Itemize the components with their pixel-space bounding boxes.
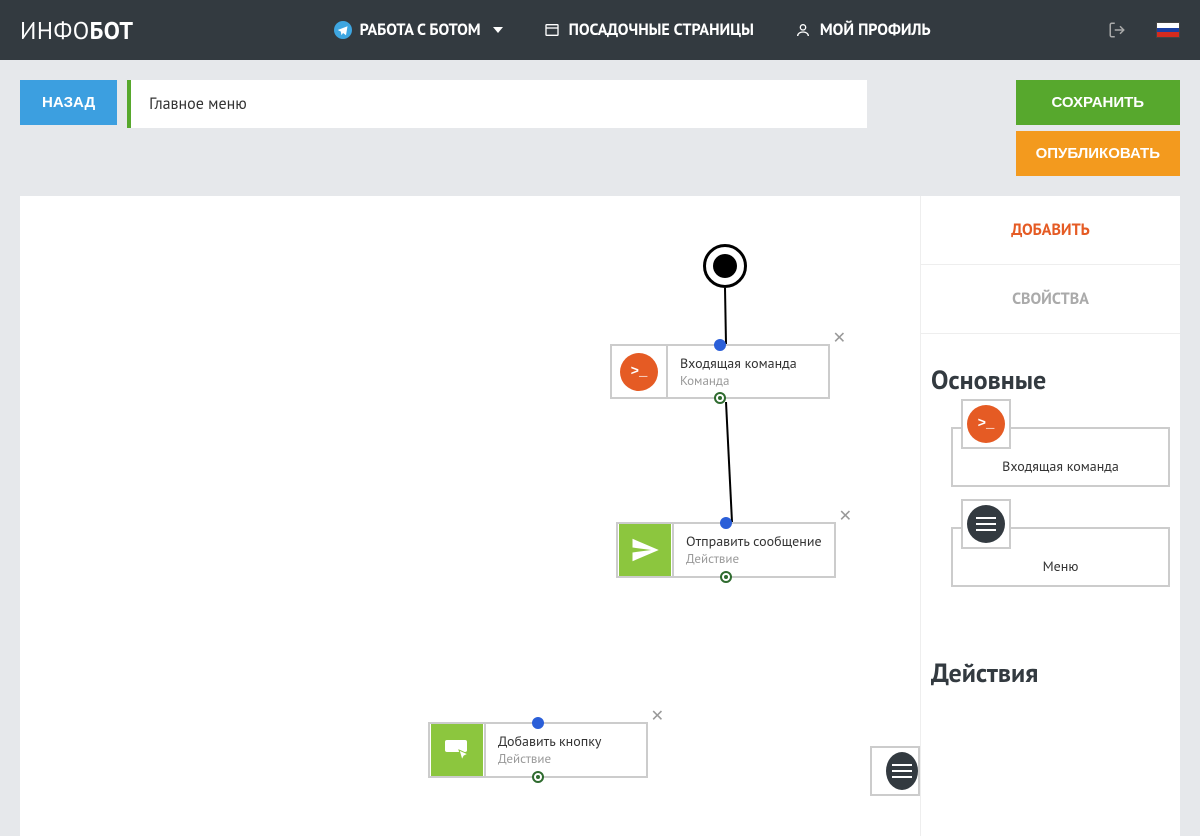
back-button[interactable]: НАЗАД: [20, 80, 117, 125]
save-button[interactable]: СОХРАНИТЬ: [1016, 80, 1180, 125]
node-title: Отправить сообщение: [686, 532, 822, 550]
port-out[interactable]: [714, 392, 726, 404]
close-icon[interactable]: ✕: [651, 706, 664, 726]
topbar: ИНФОБОТ РАБОТА С БОТОМ ПОСАДОЧНЫЕ СТРАНИ…: [0, 0, 1200, 60]
port-in[interactable]: [532, 717, 544, 729]
node-partial-menu[interactable]: [870, 746, 920, 796]
port-in[interactable]: [720, 517, 732, 529]
logo-text-bold: БОТ: [90, 15, 134, 46]
publish-button[interactable]: ОПУБЛИКОВАТЬ: [1016, 131, 1180, 176]
node-subtitle: Команда: [680, 372, 816, 389]
nav-landing-label: ПОСАДОЧНЫЕ СТРАНИЦЫ: [569, 20, 754, 40]
nav-work-with-bot[interactable]: РАБОТА С БОТОМ: [334, 20, 503, 40]
terminal-icon: >_: [961, 399, 1011, 449]
button-cursor-icon: [430, 724, 486, 776]
page-icon: [543, 21, 561, 39]
nav-right: [1108, 21, 1180, 39]
tab-properties[interactable]: СВОЙСТВА: [921, 265, 1180, 334]
paper-plane-icon: [618, 524, 674, 576]
nav-main: РАБОТА С БОТОМ ПОСАДОЧНЫЕ СТРАНИЦЫ МОЙ П…: [334, 20, 931, 40]
menu-icon: [961, 499, 1011, 549]
node-title: Добавить кнопку: [498, 732, 634, 750]
caret-down-icon: [493, 27, 503, 33]
port-in[interactable]: [714, 339, 726, 351]
start-node[interactable]: [703, 244, 747, 288]
language-flag-ru[interactable]: [1156, 22, 1180, 38]
palette-incoming-command[interactable]: >_ Входящая команда: [951, 427, 1170, 487]
page-title[interactable]: Главное меню: [127, 80, 867, 128]
node-title: Входящая команда: [680, 354, 816, 372]
toolbar: НАЗАД Главное меню СОХРАНИТЬ ОПУБЛИКОВАТ…: [0, 60, 1200, 196]
palette-menu[interactable]: Меню: [951, 527, 1170, 587]
node-body: Добавить кнопку Действие: [486, 724, 646, 776]
node-add-button[interactable]: Добавить кнопку Действие ✕: [428, 722, 648, 778]
telegram-icon: [334, 21, 352, 39]
node-body: Входящая команда Команда: [668, 346, 828, 397]
logo: ИНФОБОТ: [20, 15, 134, 46]
actions: СОХРАНИТЬ ОПУБЛИКОВАТЬ: [1016, 80, 1180, 176]
sidebar: ДОБАВИТЬ СВОЙСТВА Основные >_ Входящая к…: [920, 196, 1180, 836]
user-icon: [794, 21, 812, 39]
nav-landing-pages[interactable]: ПОСАДОЧНЫЕ СТРАНИЦЫ: [543, 20, 754, 40]
port-out[interactable]: [532, 771, 544, 783]
port-out[interactable]: [720, 571, 732, 583]
logout-icon[interactable]: [1108, 21, 1126, 39]
nav-profile-label: МОЙ ПРОФИЛЬ: [820, 20, 931, 40]
node-subtitle: Действие: [686, 550, 822, 567]
section-main-title: Основные: [921, 334, 1180, 407]
workspace: >_ Входящая команда Команда ✕ Отправить …: [20, 196, 1180, 836]
logo-text-thin: ИНФО: [20, 15, 90, 46]
nav-my-profile[interactable]: МОЙ ПРОФИЛЬ: [794, 20, 931, 40]
nav-work-label: РАБОТА С БОТОМ: [360, 20, 481, 40]
node-send-message[interactable]: Отправить сообщение Действие ✕: [616, 522, 836, 578]
section-actions-title: Действия: [921, 627, 1180, 700]
node-subtitle: Действие: [498, 750, 634, 767]
close-icon[interactable]: ✕: [833, 328, 846, 348]
tab-add[interactable]: ДОБАВИТЬ: [921, 196, 1180, 265]
canvas[interactable]: >_ Входящая команда Команда ✕ Отправить …: [20, 196, 920, 836]
node-body: Отправить сообщение Действие: [674, 524, 834, 576]
close-icon[interactable]: ✕: [839, 506, 852, 526]
node-incoming-command[interactable]: >_ Входящая команда Команда ✕: [610, 344, 830, 399]
terminal-icon: >_: [612, 346, 668, 397]
